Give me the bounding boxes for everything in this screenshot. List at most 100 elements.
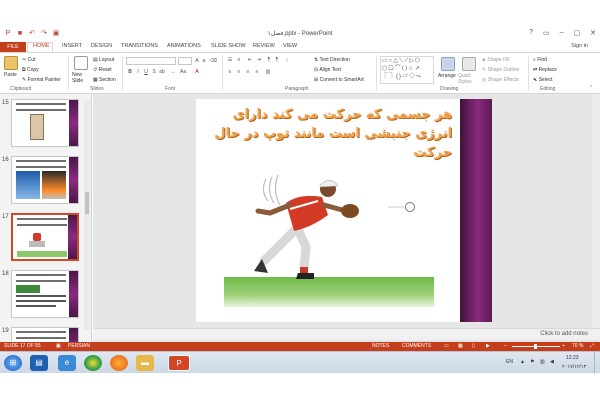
quick-styles-icon[interactable] xyxy=(462,57,476,71)
font-name-combo[interactable] xyxy=(126,57,176,65)
arrange-icon[interactable] xyxy=(441,57,455,71)
slide-sorter-icon[interactable]: ▦ xyxy=(458,343,463,349)
shadow-icon[interactable]: S xyxy=(151,69,157,75)
paste-button[interactable]: Paste xyxy=(4,72,17,78)
ltr-icon[interactable]: ¶ xyxy=(266,57,272,63)
current-slide[interactable]: هر جسمی که حرکت می کند دارای انرژی جنبشی… xyxy=(196,99,492,322)
decrease-indent-icon[interactable]: ⇤ xyxy=(247,57,253,63)
slide-scrollbar[interactable] xyxy=(592,94,600,328)
slide-thumbnail[interactable] xyxy=(11,270,79,318)
help-icon[interactable]: ? xyxy=(529,29,533,37)
show-desktop-button[interactable] xyxy=(594,352,599,374)
font-color-icon[interactable]: A xyxy=(194,69,200,75)
network-icon[interactable]: ▥ xyxy=(540,359,545,365)
clock-time[interactable]: 12:23 xyxy=(566,355,579,361)
char-spacing-icon[interactable]: ↔ xyxy=(170,69,176,75)
italic-icon[interactable]: I xyxy=(135,69,141,75)
language-indicator[interactable]: PERSIAN xyxy=(68,343,90,349)
tab-review[interactable]: REVIEW xyxy=(253,43,275,49)
tab-transitions[interactable]: TRANSITIONS xyxy=(121,43,158,49)
shrink-font-icon[interactable]: a xyxy=(201,58,207,64)
tab-animations[interactable]: ANIMATIONS xyxy=(167,43,201,49)
internet-explorer-icon[interactable]: e xyxy=(58,355,76,371)
volume-icon[interactable]: ◀ xyxy=(550,359,554,365)
slide-thumbnail[interactable] xyxy=(11,156,79,204)
file-explorer-icon[interactable]: ▤ xyxy=(30,355,48,371)
thumbnails-scrollbar[interactable] xyxy=(84,100,90,330)
section-button[interactable]: ▦ Section xyxy=(93,77,116,83)
new-slide-icon[interactable] xyxy=(74,56,88,70)
notes-placeholder[interactable]: Click to add notes xyxy=(540,331,588,337)
maximize-icon[interactable]: ▢ xyxy=(574,29,581,37)
smartart-button[interactable]: ⊞ Convert to SmartArt xyxy=(314,77,364,83)
arrange-button[interactable]: Arrange xyxy=(438,73,456,79)
firefox-icon[interactable] xyxy=(110,355,128,371)
notes-toggle[interactable]: NOTES xyxy=(372,343,389,349)
powerpoint-taskbar-icon[interactable]: P xyxy=(168,355,190,371)
increase-indent-icon[interactable]: ⇥ xyxy=(256,57,262,63)
slide-thumbnail[interactable] xyxy=(11,327,79,342)
format-painter-button[interactable]: ✎ Format Painter xyxy=(22,77,61,83)
zoom-slider-handle[interactable] xyxy=(534,344,537,349)
fit-slide-icon[interactable]: ⤢ xyxy=(590,343,594,349)
collapse-ribbon-icon[interactable]: ⌃ xyxy=(588,85,594,91)
flag-icon[interactable]: ⚑ xyxy=(530,359,534,365)
bullets-icon[interactable]: ☰ xyxy=(227,57,233,63)
select-button[interactable]: ⬉ Select xyxy=(533,77,553,83)
slide-thumbnail[interactable] xyxy=(11,99,79,147)
rtl-icon[interactable]: ¶ xyxy=(274,57,280,63)
tab-home[interactable]: HOME xyxy=(33,43,50,49)
bold-icon[interactable]: B xyxy=(127,69,133,75)
align-right-icon[interactable]: ≡ xyxy=(245,69,251,75)
zoom-out-icon[interactable]: – xyxy=(504,343,507,349)
reset-button[interactable]: ↺ Reset xyxy=(93,67,112,73)
baseball-player-image[interactable] xyxy=(224,169,424,294)
clear-format-icon[interactable]: ⌫ xyxy=(210,58,217,64)
clock-date[interactable]: ۲۰۱۷/۱۲/۱۳ xyxy=(562,364,586,370)
align-left-icon[interactable]: ≡ xyxy=(227,69,233,75)
copy-button[interactable]: ⧉ Copy xyxy=(22,67,39,73)
replace-button[interactable]: ⇄ Replace xyxy=(533,67,557,73)
input-language[interactable]: EN xyxy=(506,359,513,365)
reading-view-icon[interactable]: ▯ xyxy=(472,343,475,349)
tab-insert[interactable]: INSERT xyxy=(62,43,82,49)
tray-arrow-icon[interactable]: ▲ xyxy=(520,359,525,365)
comments-toggle[interactable]: COMMENTS xyxy=(402,343,431,349)
ribbon-display-icon[interactable]: ▭ xyxy=(543,29,550,37)
columns-icon[interactable]: ▥ xyxy=(265,69,271,75)
underline-icon[interactable]: U xyxy=(143,69,149,75)
slide-title[interactable]: هر جسمی که حرکت می کند دارای انرژی جنبشی… xyxy=(212,105,452,162)
normal-view-icon[interactable]: ▭ xyxy=(444,343,449,349)
close-icon[interactable]: ✕ xyxy=(590,29,596,37)
strikethrough-icon[interactable]: ab xyxy=(159,69,165,75)
shape-fill-button[interactable]: ◈ Shape Fill xyxy=(482,57,509,63)
shapes-gallery[interactable]: ▭○△⟍⟋▷⬠ ⬡☐⌒⟨⟩☆↗ ⎾⏋{}▱◇⤳ xyxy=(380,56,434,84)
quick-styles-button[interactable]: Quick Styles xyxy=(458,73,482,85)
sign-in-link[interactable]: Sign in xyxy=(571,43,588,49)
align-text-button[interactable]: ⊟ Align Text xyxy=(314,67,341,73)
find-button[interactable]: ⌕ Find xyxy=(533,57,547,63)
tab-slide-show[interactable]: SLIDE SHOW xyxy=(211,43,246,49)
spell-check-icon[interactable]: ▣ xyxy=(56,343,61,349)
shape-outline-button[interactable]: ✎ Shape Outline xyxy=(482,67,519,73)
zoom-level[interactable]: 70 % xyxy=(572,343,583,349)
paste-icon[interactable] xyxy=(4,56,18,70)
cut-button[interactable]: ✂ Cut xyxy=(22,57,35,63)
zoom-in-icon[interactable]: + xyxy=(562,343,565,349)
tab-view[interactable]: VIEW xyxy=(283,43,297,49)
align-center-icon[interactable]: ≡ xyxy=(236,69,242,75)
notes-pane[interactable]: Click to add notes xyxy=(93,328,600,340)
font-size-combo[interactable] xyxy=(178,57,192,65)
line-spacing-icon[interactable]: ↕ xyxy=(284,57,290,63)
text-direction-button[interactable]: ⇅ Text Direction xyxy=(314,57,350,63)
slide-thumbnail-selected[interactable] xyxy=(11,213,79,261)
change-case-icon[interactable]: Aa xyxy=(180,69,186,75)
minimize-icon[interactable]: – xyxy=(560,29,564,37)
start-button-icon[interactable]: ⊞ xyxy=(4,355,22,371)
folder-icon[interactable]: ▬ xyxy=(136,355,154,371)
scrollbar-thumb[interactable] xyxy=(85,192,89,214)
chrome-icon[interactable] xyxy=(84,355,102,371)
justify-icon[interactable]: ≡ xyxy=(254,69,260,75)
slideshow-view-icon[interactable]: ▶ xyxy=(486,343,490,349)
grow-font-icon[interactable]: A xyxy=(194,58,200,64)
